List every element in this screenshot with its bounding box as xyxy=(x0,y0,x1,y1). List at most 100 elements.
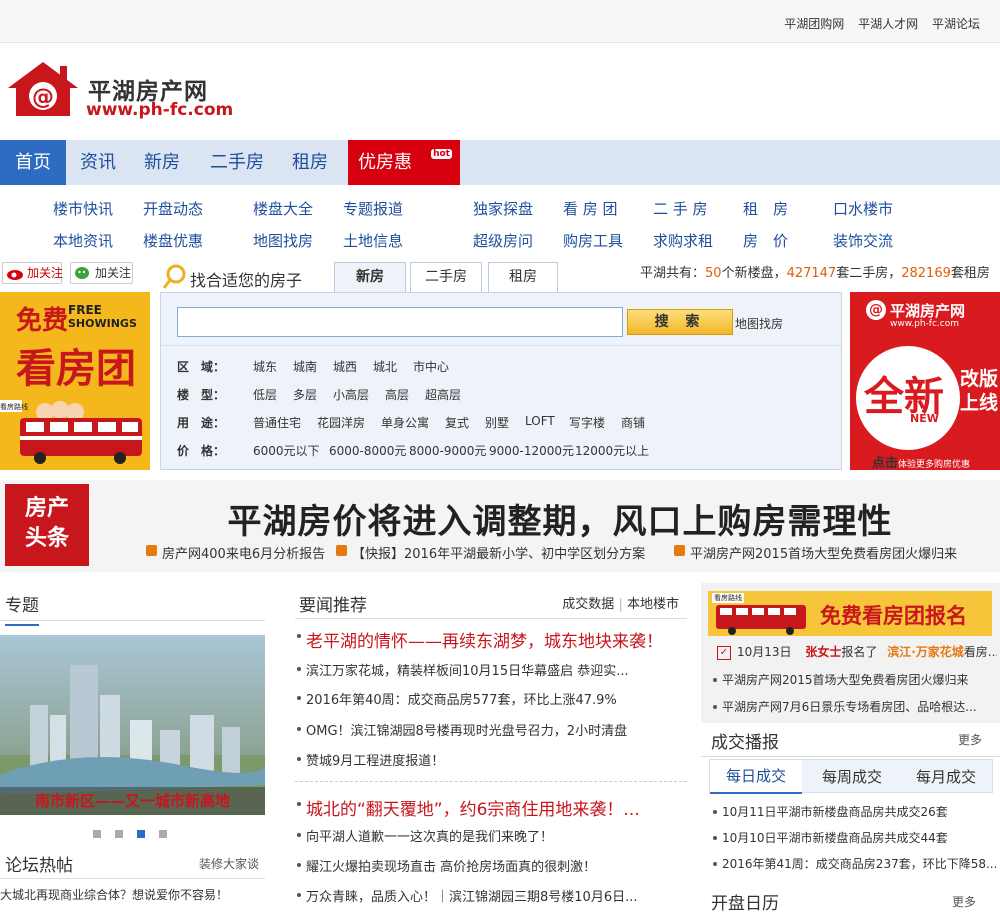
news-item[interactable]: 耀江火爆拍卖现场直击 高价抢房场面真的很刺激！ xyxy=(295,856,685,875)
filter-option[interactable]: 普通住宅 xyxy=(253,414,301,431)
filter-option[interactable]: 复式 xyxy=(445,414,469,431)
news-headline[interactable]: 城北的“翻天覆地”，约6宗商住用地来袭！... xyxy=(295,795,685,820)
nav-new-homes[interactable]: 新房 xyxy=(132,140,192,185)
logo-url: www.ph-fc.com xyxy=(86,100,234,120)
subnav-link[interactable]: 装饰交流 xyxy=(833,230,893,251)
subnav-link[interactable]: 地图找房 xyxy=(253,230,313,251)
search-button[interactable]: 搜 索 xyxy=(627,309,733,335)
topic-slide[interactable]: 南市新区——又一城市新高地 xyxy=(0,635,265,815)
filter-option[interactable]: 城西 xyxy=(333,358,357,375)
slide-dot-active[interactable] xyxy=(137,830,145,838)
news-tab-local[interactable]: 本地楼市 xyxy=(627,597,679,612)
search-input[interactable] xyxy=(177,307,623,337)
headline-link[interactable]: 房产网400来电6月分析报告 xyxy=(146,543,325,562)
headline-link[interactable]: 平湖房产网2015首场大型免费看房团火爆归来 xyxy=(674,543,957,562)
filter-option[interactable]: LOFT xyxy=(525,414,555,428)
map-search-link[interactable]: 地图找房 xyxy=(735,315,783,332)
signup-banner[interactable]: 看房路线 免费看房团报名 xyxy=(708,591,992,636)
deals-tab-daily[interactable]: 每日成交 xyxy=(710,760,802,794)
filter-option[interactable]: 城南 xyxy=(293,358,317,375)
subnav-link[interactable]: 购房工具 xyxy=(563,230,623,251)
filter-option[interactable]: 6000元以下 xyxy=(253,442,320,459)
filter-option[interactable]: 超高层 xyxy=(425,386,461,403)
search-header: 找合适您的房子 新房 二手房 租房 xyxy=(160,262,640,292)
deals-tab-weekly[interactable]: 每周成交 xyxy=(806,760,898,794)
subnav-link[interactable]: 楼盘大全 xyxy=(253,198,313,219)
site-logo[interactable]: @ 平湖房产网 www.ph-fc.com xyxy=(6,60,246,126)
subnav-link[interactable]: 楼市快讯 xyxy=(53,198,113,219)
subnav-link[interactable]: 楼盘优惠 xyxy=(143,230,203,251)
deal-item[interactable]: 2016年第41周：成交商品房237套，环比下降58.... xyxy=(711,855,996,872)
deals-tabs: 每日成交 每周成交 每月成交 xyxy=(709,759,993,794)
tab-rent[interactable]: 租房 xyxy=(488,262,558,292)
news-item[interactable]: 2016年第40周：成交商品房577套，环比上涨47.9% xyxy=(295,689,685,708)
headline-link[interactable]: 【快报】2016年平湖最新小学、初中学区划分方案 xyxy=(336,543,645,562)
wechat-follow-button[interactable]: 加关注 xyxy=(70,262,133,284)
signup-project[interactable]: 滨江·万家花城 xyxy=(887,645,964,659)
news-item[interactable]: 向平湖人道歉一一这次真的是我们来晚了！ xyxy=(295,826,685,845)
news-item[interactable]: 滨江万家花城，精装样板间10月15日华幕盛启 恭迎实... xyxy=(295,660,685,679)
signup-news-item[interactable]: 平湖房产网2015首场大型免费看房团火爆归来 xyxy=(711,671,996,688)
stats-rent-label: 套租房 xyxy=(950,266,990,281)
news-item[interactable]: 赞城9月工程进度报道！ xyxy=(295,750,685,769)
filter-option[interactable]: 12000元以上 xyxy=(575,442,649,459)
top-link-rencai[interactable]: 平湖人才网 xyxy=(858,17,918,31)
nav-home[interactable]: 首页 xyxy=(0,140,66,185)
subnav-link[interactable]: 开盘动态 xyxy=(143,198,203,219)
slide-dot[interactable] xyxy=(115,830,123,838)
signup-person: 张女士 xyxy=(805,645,842,659)
subnav-link[interactable]: 口水楼市 xyxy=(833,198,893,219)
news-item[interactable]: OMG！滨江锦湖园8号楼再现时光盘号召力，2小时清盘 xyxy=(295,720,685,739)
subnav-link[interactable]: 超级房问 xyxy=(473,230,533,251)
news-tab-deals[interactable]: 成交数据 xyxy=(562,597,614,612)
top-link-luntan[interactable]: 平湖论坛 xyxy=(932,17,980,31)
filter-option[interactable]: 8000-9000元 xyxy=(409,442,486,459)
filter-option[interactable]: 花园洋房 xyxy=(317,414,365,431)
deals-more-link[interactable]: 更多 xyxy=(958,731,982,748)
subnav-link[interactable]: 专题报道 xyxy=(343,198,403,219)
subnav-link[interactable]: 独家探盘 xyxy=(473,198,533,219)
forum-post[interactable]: 大城北再现商业综合体？想说爱你不容易！ xyxy=(0,886,228,903)
filter-option[interactable]: 多层 xyxy=(293,386,317,403)
subnav-link[interactable]: 房 价 xyxy=(743,230,788,251)
filter-option[interactable]: 低层 xyxy=(253,386,277,403)
subnav-link[interactable]: 本地资讯 xyxy=(53,230,113,251)
relaunch-ad[interactable]: @ 平湖房产网 www.ph-fc.com 全新 NEW 改版 上线 点击体验更… xyxy=(850,292,1000,470)
signup-news-item[interactable]: 平湖房产网7月6日景乐专场看房团、品哈根达... xyxy=(711,698,996,715)
filter-option[interactable]: 城东 xyxy=(253,358,277,375)
subnav-link[interactable]: 租 房 xyxy=(743,198,788,219)
filter-option[interactable]: 6000-8000元 xyxy=(329,442,406,459)
nav-rent[interactable]: 租房 xyxy=(282,140,338,185)
deals-tab-monthly[interactable]: 每月成交 xyxy=(900,760,992,794)
deal-item[interactable]: 10月11日平湖市新楼盘商品房共成交26套 xyxy=(711,803,996,820)
tab-second-hand[interactable]: 二手房 xyxy=(410,262,482,292)
filter-option[interactable]: 别墅 xyxy=(485,414,509,431)
subnav-link[interactable]: 求购求租 xyxy=(653,230,713,251)
deal-item[interactable]: 10月10日平湖市新楼盘商品房共成交44套 xyxy=(711,829,996,846)
slide-dot[interactable] xyxy=(159,830,167,838)
nav-second-hand[interactable]: 二手房 xyxy=(198,140,276,185)
filter-option[interactable]: 单身公寓 xyxy=(381,414,429,431)
headline-title[interactable]: 平湖房价将进入调整期，风口上购房需理性 xyxy=(200,494,920,543)
filter-option[interactable]: 商铺 xyxy=(621,414,645,431)
filter-option[interactable]: 9000-12000元 xyxy=(489,442,574,459)
calendar-more-link[interactable]: 更多 xyxy=(952,893,976,910)
forum-more-link[interactable]: 装修大家谈 xyxy=(199,855,259,872)
filter-option[interactable]: 高层 xyxy=(385,386,409,403)
subnav-link[interactable]: 看 房 团 xyxy=(563,198,618,219)
news-item[interactable]: 万众青睐，品质入心！｜滨江锦湖园三期8号楼10月6日... xyxy=(295,886,685,905)
filter-option[interactable]: 写字楼 xyxy=(569,414,605,431)
tab-new-homes[interactable]: 新房 xyxy=(334,262,406,292)
slide-dot[interactable] xyxy=(93,830,101,838)
top-link-tuangou[interactable]: 平湖团购网 xyxy=(784,17,844,31)
filter-option[interactable]: 城北 xyxy=(373,358,397,375)
subnav-link[interactable]: 二 手 房 xyxy=(653,198,708,219)
filter-option[interactable]: 市中心 xyxy=(413,358,449,375)
subnav-link[interactable]: 土地信息 xyxy=(343,230,403,251)
news-headline[interactable]: 老平湖的情怀——再续东湖梦，城东地块来袭！ xyxy=(295,627,685,652)
free-tour-ad[interactable]: 免费 FREE SHOWINGS 看房团 看房路线 xyxy=(0,292,150,470)
filter-option[interactable]: 小高层 xyxy=(333,386,369,403)
weibo-follow-button[interactable]: 加关注 xyxy=(2,262,63,284)
nav-promo[interactable]: 优房惠 hot xyxy=(348,140,460,185)
nav-news[interactable]: 资讯 xyxy=(68,140,128,185)
